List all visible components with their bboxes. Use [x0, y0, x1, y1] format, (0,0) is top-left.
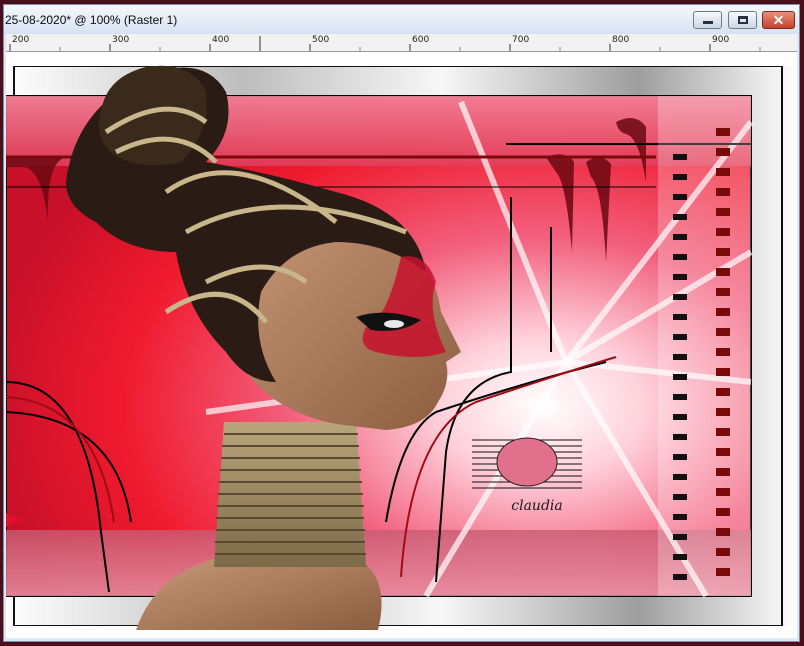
- ruler-label: 400: [212, 35, 230, 45]
- maximize-icon: [737, 16, 748, 24]
- window-title: 25-08-2020* @ 100% (Raster 1): [5, 13, 178, 27]
- ruler-label: 500: [312, 35, 330, 45]
- minimize-icon: [702, 21, 713, 24]
- image-canvas[interactable]: claudia: [6, 52, 797, 638]
- image-window[interactable]: 25-08-2020* @ 100% (Raster 1) ✕ 200 300 …: [3, 4, 800, 642]
- ruler-label: 800: [612, 35, 630, 45]
- close-button[interactable]: ✕: [762, 11, 795, 29]
- horizontal-ruler: 200 300 400 500 600 700 800 900: [6, 34, 797, 52]
- minimize-button[interactable]: [693, 11, 722, 29]
- ladder-red: [716, 128, 730, 576]
- artwork: [6, 52, 797, 638]
- ruler-label: 900: [712, 35, 730, 45]
- ruler-label: 700: [512, 35, 530, 45]
- title-bar[interactable]: 25-08-2020* @ 100% (Raster 1) ✕: [4, 5, 799, 34]
- watermark-signature: claudia: [511, 498, 563, 514]
- ruler-label: 300: [112, 35, 130, 45]
- ruler-label: 600: [412, 35, 430, 45]
- maximize-button[interactable]: [728, 11, 757, 29]
- ruler-label: 200: [12, 35, 30, 45]
- close-icon: ✕: [772, 12, 785, 28]
